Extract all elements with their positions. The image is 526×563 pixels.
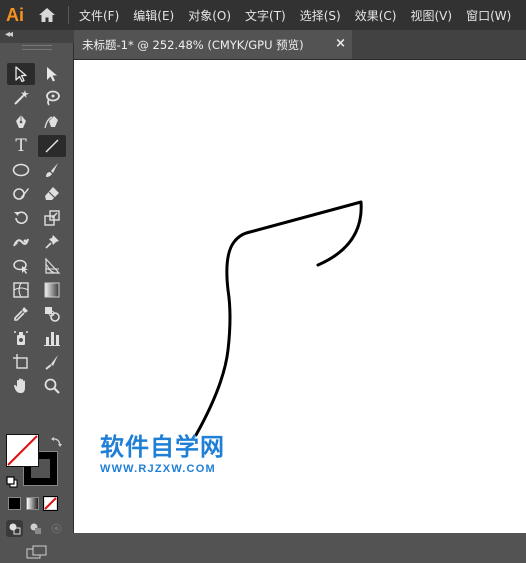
artboard-tool[interactable] [7, 351, 35, 373]
slice-tool[interactable] [38, 351, 66, 373]
home-button[interactable] [30, 0, 64, 30]
close-icon[interactable]: × [335, 37, 346, 51]
column-graph-tool[interactable] [38, 327, 66, 349]
draw-inside-icon [51, 523, 62, 534]
watermark-title: 软件自学网 [100, 433, 225, 461]
eraser-tool[interactable] [38, 183, 66, 205]
none-mode-button[interactable] [43, 496, 58, 511]
lasso-icon [46, 90, 60, 106]
symbol-sprayer-tool[interactable] [7, 327, 35, 349]
magic-wand-tool[interactable] [7, 87, 35, 109]
line-segment-icon [45, 139, 59, 153]
selection-arrow-icon [15, 66, 27, 83]
scale-icon [44, 210, 60, 226]
knife-icon [45, 355, 58, 370]
type-tool[interactable]: T [7, 135, 35, 157]
app-logo: Ai [6, 4, 24, 25]
pen-tool[interactable] [7, 111, 35, 133]
paintbrush-tool[interactable] [38, 159, 66, 181]
symbol-sprayer-icon [14, 331, 28, 345]
mesh-icon [13, 282, 29, 298]
perspective-grid-tool[interactable] [38, 255, 66, 277]
tools-panel: ◂◂ T [0, 29, 74, 559]
lasso-tool[interactable] [38, 87, 66, 109]
shaper-icon [13, 188, 29, 200]
draw-behind-button[interactable] [27, 520, 44, 537]
menu-bar: Ai 文件(F) 编辑(E) 对象(O) 文字(T) 选择(S) 效果(C) 视… [0, 0, 526, 30]
artboard-icon [13, 354, 28, 369]
screen-mode-button[interactable] [26, 544, 48, 563]
swap-fill-stroke-icon[interactable] [50, 434, 64, 453]
draw-normal-button[interactable] [6, 520, 23, 537]
eyedropper-tool[interactable] [7, 303, 35, 325]
hand-icon [14, 378, 25, 393]
fill-swatch[interactable] [6, 434, 39, 467]
curvature-pen-icon [44, 116, 58, 129]
draw-mode-buttons [6, 520, 65, 537]
hand-tool[interactable] [7, 375, 35, 397]
shape-builder-icon [13, 259, 28, 274]
no-fill-slash-icon [7, 435, 38, 466]
none-slash-icon [44, 497, 57, 510]
mesh-tool[interactable] [7, 279, 35, 301]
direct-selection-tool[interactable] [38, 63, 66, 85]
tools-panel-header: ◂◂ [0, 29, 74, 43]
menu-edit[interactable]: 编辑(E) [133, 7, 174, 24]
screen-mode-icon [26, 545, 47, 559]
column-graph-icon [44, 332, 60, 346]
menu-type[interactable]: 文字(T) [245, 7, 286, 24]
blend-tool[interactable] [38, 303, 66, 325]
puppet-warp-tool[interactable] [7, 231, 35, 253]
menu-object[interactable]: 对象(O) [188, 7, 231, 24]
document-tab-title: 未标题-1* @ 252.48% (CMYK/GPU 预览) [82, 37, 304, 52]
zoom-icon [44, 378, 60, 394]
shape-builder-tool[interactable] [7, 255, 35, 277]
document-tab[interactable]: 未标题-1* @ 252.48% (CMYK/GPU 预览) × [74, 30, 352, 59]
rotate-tool[interactable] [7, 207, 35, 229]
watermark-url: WWW.RJZXW.COM [100, 463, 216, 475]
draw-normal-icon [9, 523, 21, 535]
pen-nib-icon [16, 115, 26, 128]
type-t-icon: T [15, 136, 27, 156]
home-icon [39, 8, 55, 22]
menu-window[interactable]: 窗口(W) [466, 7, 511, 24]
free-transform-tool[interactable] [38, 231, 66, 253]
blend-icon [45, 307, 60, 322]
pin-icon [45, 235, 59, 249]
zoom-tool[interactable] [38, 375, 66, 397]
curvature-tool[interactable] [38, 111, 66, 133]
draw-inside-button[interactable] [48, 520, 65, 537]
rotate-icon [14, 211, 28, 224]
perspective-grid-icon [45, 257, 61, 274]
magic-wand-icon [14, 90, 29, 105]
default-fill-stroke-icon[interactable] [6, 473, 18, 492]
color-mode-buttons [8, 496, 58, 511]
color-mode-button[interactable] [8, 497, 21, 510]
panel-grip[interactable] [22, 45, 52, 50]
line-segment-tool[interactable] [38, 135, 66, 157]
paintbrush-icon [46, 163, 58, 177]
scale-tool[interactable] [38, 207, 66, 229]
menu-file[interactable]: 文件(F) [79, 7, 119, 24]
gradient-mode-button[interactable] [26, 497, 39, 510]
menu-view[interactable]: 视图(V) [410, 7, 452, 24]
document-tab-bar: 未标题-1* @ 252.48% (CMYK/GPU 预览) × [74, 30, 526, 60]
puppet-warp-icon [13, 238, 29, 247]
eyedropper-icon [14, 307, 28, 321]
draw-behind-icon [30, 523, 41, 534]
menu-select[interactable]: 选择(S) [300, 7, 341, 24]
eraser-icon [45, 187, 59, 200]
gradient-icon [44, 282, 60, 298]
gradient-tool[interactable] [38, 279, 66, 301]
collapse-icon[interactable]: ◂◂ [5, 29, 13, 40]
menu-divider [68, 6, 69, 24]
ellipse-tool[interactable] [7, 159, 35, 181]
menu-effect[interactable]: 效果(C) [355, 7, 397, 24]
shaper-tool[interactable] [7, 183, 35, 205]
watermark: 软件自学网 WWW.RJZXW.COM [100, 433, 225, 475]
selection-tool[interactable] [7, 63, 35, 85]
direct-selection-arrow-icon [47, 67, 57, 82]
ellipse-icon [12, 163, 30, 177]
